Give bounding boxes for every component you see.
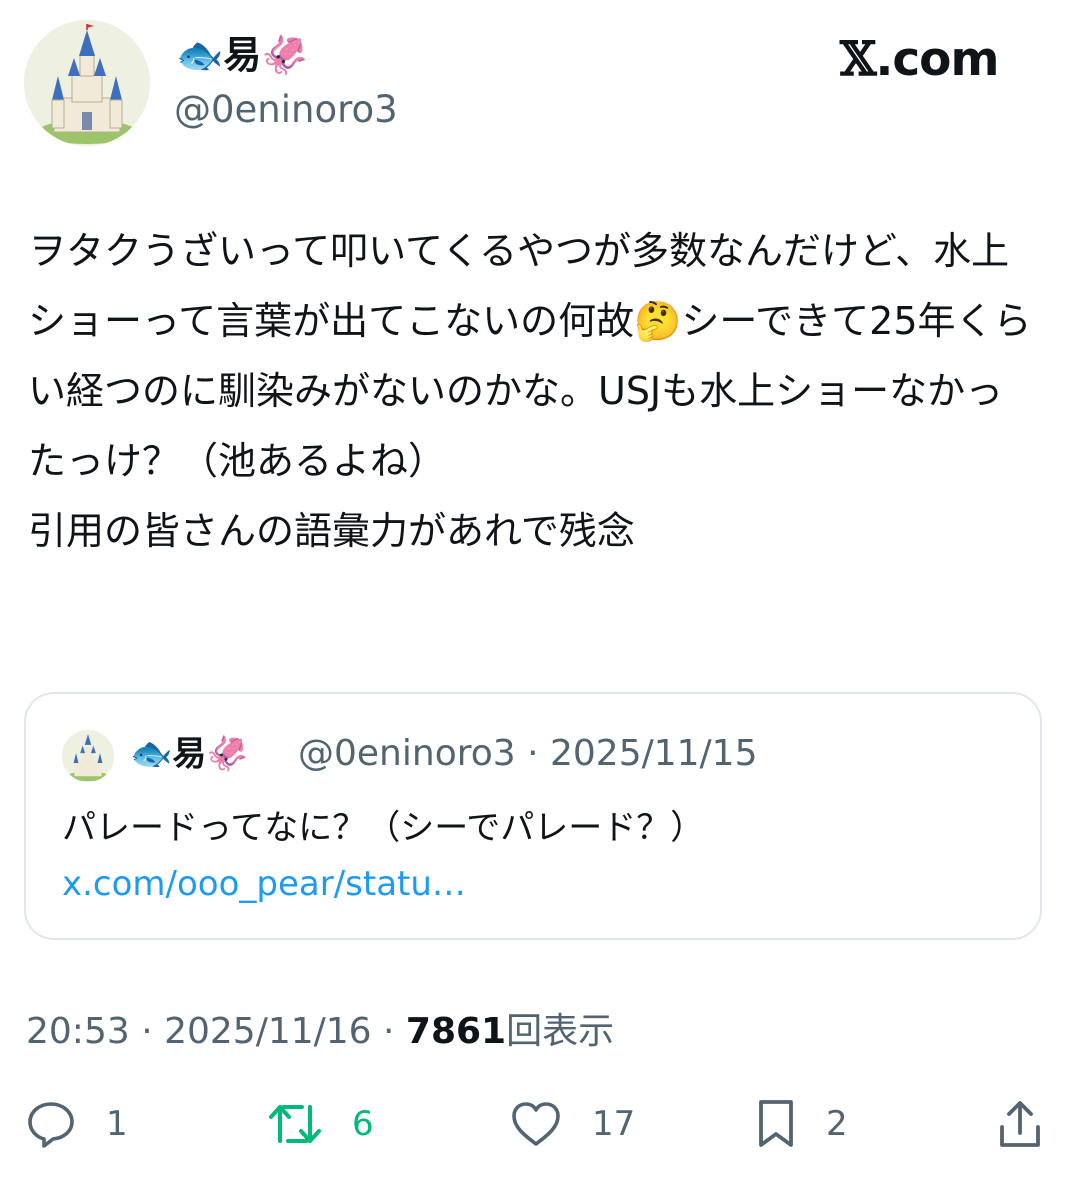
share-icon (1000, 1101, 1040, 1147)
bookmark-icon (759, 1100, 793, 1147)
author-handle[interactable]: @0eninoro3 (174, 84, 398, 136)
post-meta: 20:53 · 2025/11/16 · 7861回表示 (26, 1008, 614, 1056)
like-count: 17 (592, 1104, 636, 1144)
quoted-handle-date: @0eninoro3 · 2025/11/15 (298, 733, 758, 774)
quoted-text-body: パレードってなに？（シーでパレード？） (62, 808, 705, 848)
reply-button[interactable]: 1 (26, 1098, 128, 1150)
reply-count: 1 (106, 1104, 128, 1144)
castle-avatar-image (24, 20, 150, 146)
quoted-link[interactable]: x.com/ooo_pear/statu… (62, 864, 466, 904)
view-label: 回表示 (506, 1011, 615, 1052)
bookmark-count: 2 (826, 1104, 848, 1144)
quoted-display-name: 🐟易🦑 (130, 734, 249, 774)
brand-domain: .com (875, 32, 999, 87)
x-brand-logo: 𝕏.com (840, 32, 999, 88)
heart-icon (512, 1102, 560, 1146)
author-display-name[interactable]: 🐟易🦑 (176, 28, 309, 82)
castle-avatar-image-small (62, 730, 114, 782)
post-timestamp[interactable]: 20:53 · 2025/11/16 · (26, 1011, 406, 1052)
post-text: ヲタクうざいって叩いてくるやつが多数なんだけど、水上ショーって言葉が出てこないの… (28, 229, 1032, 553)
bookmark-button[interactable]: 2 (756, 1098, 848, 1150)
avatar[interactable] (24, 20, 150, 146)
repost-button[interactable]: 6 (268, 1098, 374, 1150)
like-button[interactable]: 17 (510, 1098, 635, 1150)
reply-icon (28, 1102, 74, 1148)
quoted-text: パレードってなに？（シーでパレード？） x.com/ooo_pear/statu… (62, 800, 1002, 912)
share-button[interactable] (998, 1098, 1042, 1150)
x-logo-icon: 𝕏 (840, 32, 876, 87)
quoted-avatar (62, 730, 114, 782)
view-count: 7861 (405, 1011, 507, 1052)
repost-count: 6 (352, 1104, 374, 1144)
repost-icon (269, 1105, 321, 1143)
